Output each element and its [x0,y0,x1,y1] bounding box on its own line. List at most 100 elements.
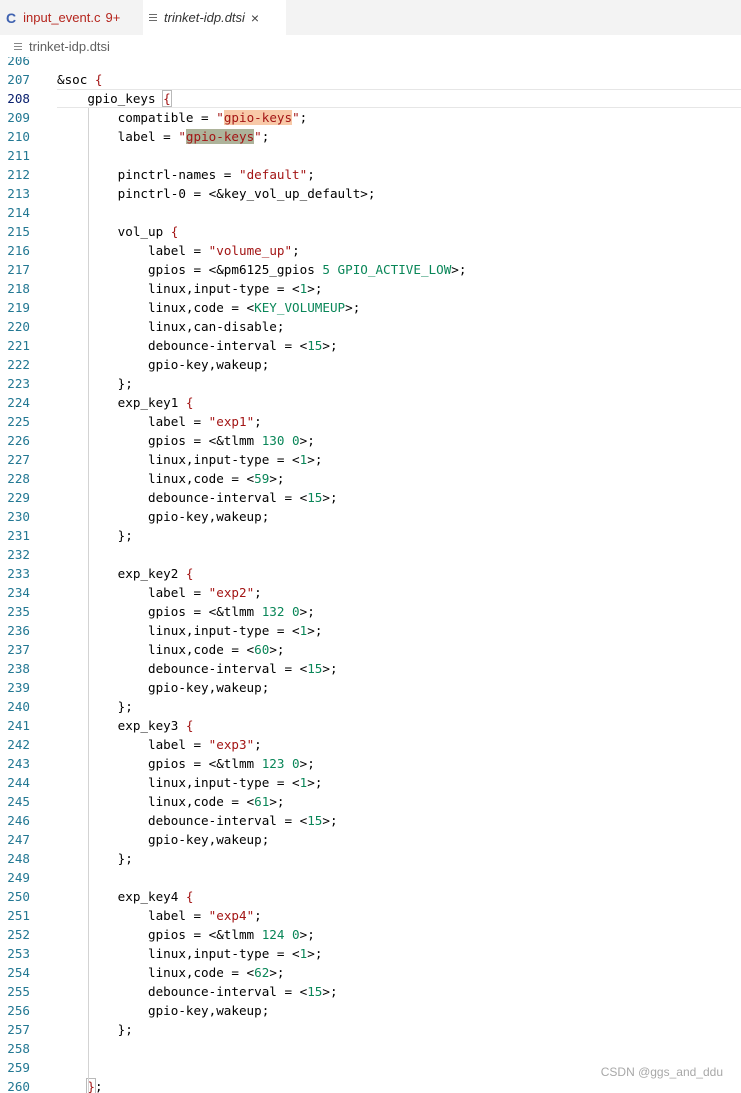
code-token: " [216,110,224,125]
line-code: gpios = <&tlmm 123 0>; [57,754,315,773]
tab-input-event-c[interactable]: C input_event.c 9+ [0,0,143,35]
code-editor[interactable]: 206 207 &soc {208 gpio_keys {209 compatibl… [0,57,741,1093]
line-number: 250 [7,889,30,904]
code-token: { [162,90,172,107]
line-number: 256 [7,1003,30,1018]
close-icon[interactable]: × [251,10,259,26]
code-line[interactable]: 255 debounce-interval = <15>; [0,982,741,1001]
code-line[interactable]: 222 gpio-key,wakeup; [0,355,741,374]
code-token: ; [254,414,262,429]
code-line[interactable]: 242 label = "exp3"; [0,735,741,754]
line-number: 218 [7,281,30,296]
code-token: >; [269,965,285,980]
code-line[interactable]: 239 gpio-key,wakeup; [0,678,741,697]
code-token: 15 [307,338,323,353]
code-line[interactable]: 241 exp_key3 { [0,716,741,735]
code-token: 60 [254,642,270,657]
line-code: linux,input-type = <1>; [57,621,322,640]
code-line[interactable]: 258 [0,1039,741,1058]
code-line[interactable]: 215 vol_up { [0,222,741,241]
code-token: >; [299,756,315,771]
code-line[interactable]: 247 gpio-key,wakeup; [0,830,741,849]
line-number: 227 [7,452,30,467]
code-token: debounce-interval = < [57,490,308,505]
code-line[interactable]: 226 gpios = <&tlmm 130 0>; [0,431,741,450]
line-number: 260 [7,1079,30,1093]
code-line[interactable]: 213 pinctrl-0 = <&key_vol_up_default>; [0,184,741,203]
code-line[interactable]: 233 exp_key2 { [0,564,741,583]
code-line[interactable]: 254 linux,code = <62>; [0,963,741,982]
code-line[interactable]: 206 [0,57,741,70]
code-line[interactable]: 231 }; [0,526,741,545]
code-line[interactable]: 251 label = "exp4"; [0,906,741,925]
code-token: >; [269,642,285,657]
code-line[interactable]: 223 }; [0,374,741,393]
code-token: >; [322,490,338,505]
code-line[interactable]: 244 linux,input-type = <1>; [0,773,741,792]
code-line[interactable]: 228 linux,code = <59>; [0,469,741,488]
code-token: label = [57,243,209,258]
tab-trinket-idp-dtsi[interactable]: trinket-idp.dtsi × [143,0,286,35]
code-token: }; [57,851,133,866]
code-token: { [185,566,194,581]
code-line[interactable]: 246 debounce-interval = <15>; [0,811,741,830]
line-code: linux,code = <59>; [57,469,285,488]
code-line[interactable]: 217 gpios = <&pm6125_gpios 5 GPIO_ACTIVE… [0,260,741,279]
line-number: 235 [7,604,30,619]
code-line[interactable]: 230 gpio-key,wakeup; [0,507,741,526]
code-token: linux,code = < [57,794,255,809]
breadcrumb: trinket-idp.dtsi [0,35,741,57]
code-token: linux,input-type = < [57,946,300,961]
code-line[interactable]: 237 linux,code = <60>; [0,640,741,659]
code-token: linux,input-type = < [57,281,300,296]
code-token: >; [322,661,338,676]
line-number: 220 [7,319,30,334]
code-line[interactable]: 249 [0,868,741,887]
line-number: 210 [7,129,30,144]
code-line[interactable]: 236 linux,input-type = <1>; [0,621,741,640]
code-line[interactable]: 209 compatible = "gpio-keys"; [0,108,741,127]
line-number: 222 [7,357,30,372]
code-line[interactable]: 235 gpios = <&tlmm 132 0>; [0,602,741,621]
code-token: >; [299,433,315,448]
code-line[interactable]: 227 linux,input-type = <1>; [0,450,741,469]
code-line[interactable]: 240 }; [0,697,741,716]
code-line[interactable]: 229 debounce-interval = <15>; [0,488,741,507]
code-token: >; [322,813,338,828]
code-line[interactable]: 207 &soc { [0,70,741,89]
code-line[interactable]: 221 debounce-interval = <15>; [0,336,741,355]
code-line[interactable]: 245 linux,code = <61>; [0,792,741,811]
code-token: pinctrl-0 = <&key_vol_up_default>; [57,186,376,201]
code-line[interactable]: 212 pinctrl-names = "default"; [0,165,741,184]
code-line[interactable]: 250 exp_key4 { [0,887,741,906]
code-line[interactable]: 220 linux,can-disable; [0,317,741,336]
code-line[interactable]: 225 label = "exp1"; [0,412,741,431]
code-line[interactable]: 219 linux,code = <KEY_VOLUMEUP>; [0,298,741,317]
code-line[interactable]: 218 linux,input-type = <1>; [0,279,741,298]
code-line[interactable]: 214 [0,203,741,222]
code-line[interactable]: 234 label = "exp2"; [0,583,741,602]
code-line[interactable]: 208 gpio_keys { [0,89,741,108]
code-line[interactable]: 210 label = "gpio-keys"; [0,127,741,146]
code-token: linux,code = < [57,965,255,980]
code-line[interactable]: 248 }; [0,849,741,868]
code-line[interactable]: 243 gpios = <&tlmm 123 0>; [0,754,741,773]
code-line[interactable]: 252 gpios = <&tlmm 124 0>; [0,925,741,944]
code-token: "exp4" [208,908,255,923]
code-line[interactable]: 211 [0,146,741,165]
code-line[interactable]: 232 [0,545,741,564]
code-token: "default" [238,167,308,182]
breadcrumb-file[interactable]: trinket-idp.dtsi [29,39,110,54]
code-line[interactable]: 224 exp_key1 { [0,393,741,412]
code-line[interactable]: 257 }; [0,1020,741,1039]
code-line[interactable]: 253 linux,input-type = <1>; [0,944,741,963]
code-line[interactable]: 256 gpio-key,wakeup; [0,1001,741,1020]
code-token: { [185,395,194,410]
line-code: linux,input-type = <1>; [57,279,322,298]
code-line[interactable]: 238 debounce-interval = <15>; [0,659,741,678]
code-line[interactable]: 260 }; [0,1077,741,1093]
line-number: 251 [7,908,30,923]
code-line[interactable]: 216 label = "volume_up"; [0,241,741,260]
c-file-icon: C [6,9,17,26]
line-code: exp_key4 { [57,887,194,906]
